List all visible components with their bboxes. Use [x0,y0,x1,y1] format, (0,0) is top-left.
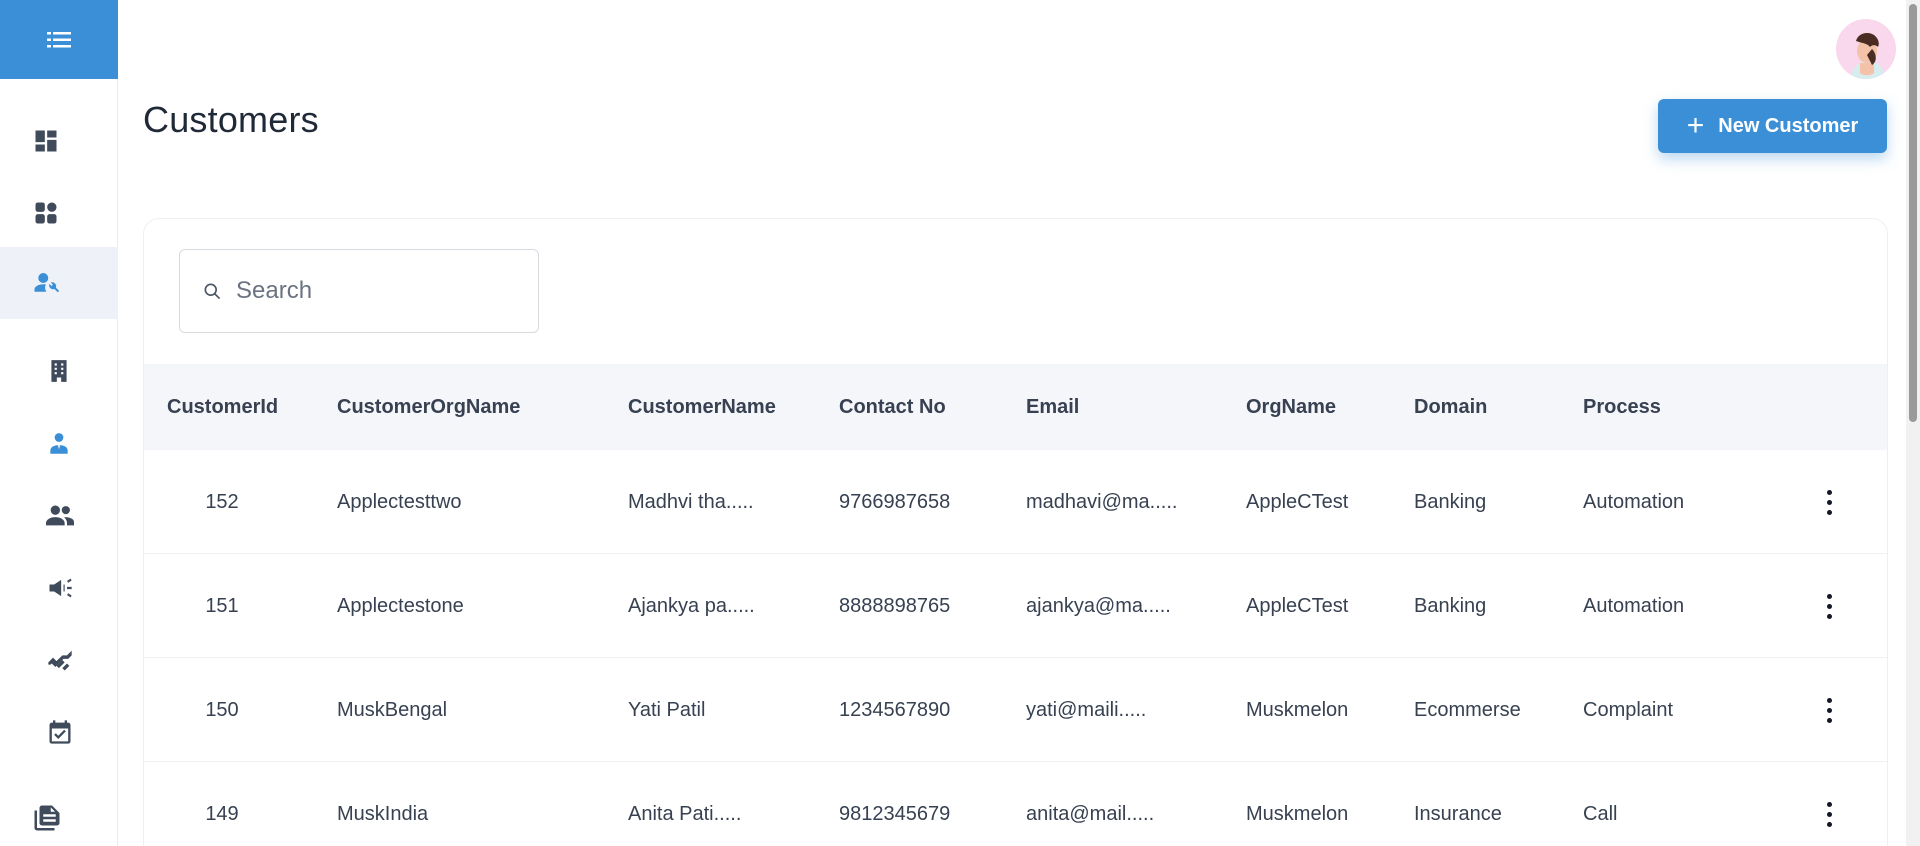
cell-org-name: AppleCTest [1246,594,1349,617]
table-header: CustomerId CustomerOrgName CustomerName … [144,364,1887,450]
search-field[interactable]: Search [179,249,539,333]
cell-customer-name: Yati Patil [628,698,706,721]
documents-icon [34,805,60,831]
cell-email: madhavi@ma..... [1026,490,1178,513]
campaign-icon [49,578,72,598]
search-icon [204,283,220,299]
page-title: Customers [143,99,319,140]
column-header-customer-org-name[interactable]: CustomerOrgName [337,364,520,450]
row-actions-menu-icon[interactable] [1819,589,1839,623]
sidebar-item-apps[interactable] [0,177,118,249]
cell-email: anita@mail..... [1026,802,1155,825]
user-avatar[interactable] [1836,19,1896,79]
cell-contact-no: 9812345679 [839,802,951,825]
cell-customer-id: 149 [205,802,239,825]
customers-card: Search CustomerId CustomerOrgName Custom… [143,218,1888,846]
cell-domain: Banking [1414,490,1487,513]
sidebar-item-users[interactable] [0,480,118,552]
table-row[interactable]: 151 Applectestone Ajankya pa..... 888889… [144,554,1887,658]
sidebar-item-deals[interactable] [0,624,118,696]
table-row[interactable]: 149 MuskIndia Anita Pati..... 9812345679… [144,762,1887,846]
column-header-domain[interactable]: Domain [1414,364,1487,450]
plus-icon: + [1686,109,1705,142]
cell-email: ajankya@ma..... [1026,594,1171,617]
cell-process: Automation [1583,594,1685,617]
cell-customer-org-name: MuskBengal [337,698,448,721]
cell-org-name: AppleCTest [1246,490,1349,513]
column-header-customer-id[interactable]: CustomerId [167,364,278,450]
building-icon [51,360,67,382]
table-row[interactable]: 150 MuskBengal Yati Patil 1234567890 yat… [144,658,1887,762]
menu-toggle-button[interactable] [0,0,118,79]
new-customer-label: New Customer [1718,114,1859,137]
column-header-org-name[interactable]: OrgName [1246,364,1336,450]
sidebar-item-calendar[interactable] [0,696,118,768]
cell-contact-no: 8888898765 [839,594,951,617]
cell-process: Call [1583,802,1618,825]
sidebar-item-customers[interactable] [0,247,118,319]
cell-contact-no: 9766987658 [839,490,951,513]
calendar-check-icon [49,720,71,744]
user-settings-icon [34,273,60,293]
cell-customer-name: Anita Pati..... [628,802,742,825]
new-customer-button[interactable]: + New Customer [1658,99,1887,153]
sidebar-item-agents[interactable] [0,408,118,480]
sidebar [0,0,118,846]
search-input[interactable]: Search [236,277,312,305]
avatar-illustration-icon [1850,33,1885,79]
row-actions-menu-icon[interactable] [1819,693,1839,727]
agent-icon [50,433,68,454]
cell-domain: Ecommerse [1414,698,1521,721]
menu-icon [47,31,71,47]
cell-org-name: Muskmelon [1246,802,1349,825]
apps-grid-icon [35,202,57,224]
cell-customer-name: Madhvi tha..... [628,490,754,513]
sidebar-item-organizations[interactable] [0,335,118,407]
users-group-icon [46,505,74,526]
table-row[interactable]: 152 Applectesttwo Madhvi tha..... 976698… [144,450,1887,554]
cell-process: Automation [1583,490,1685,513]
cell-customer-org-name: Applectestone [337,594,464,617]
column-header-process[interactable]: Process [1583,364,1661,450]
row-actions-menu-icon[interactable] [1819,797,1839,831]
cell-customer-org-name: Applectesttwo [337,490,462,513]
sidebar-item-campaigns[interactable] [0,552,118,624]
cell-org-name: Muskmelon [1246,698,1349,721]
cell-contact-no: 1234567890 [839,698,951,721]
page-scrollbar[interactable] [1906,0,1920,846]
cell-customer-id: 150 [205,698,239,721]
column-header-email[interactable]: Email [1026,364,1079,450]
row-actions-menu-icon[interactable] [1819,485,1839,519]
sidebar-item-dashboard[interactable] [0,105,118,177]
cell-customer-id: 152 [205,490,239,513]
scrollbar-thumb[interactable] [1909,4,1917,422]
cell-domain: Banking [1414,594,1487,617]
cell-customer-name: Ajankya pa..... [628,594,755,617]
cell-customer-id: 151 [205,594,239,617]
cell-email: yati@maili..... [1026,698,1147,721]
sidebar-item-documents[interactable] [0,782,118,846]
handshake-icon [48,650,72,671]
cell-domain: Insurance [1414,802,1502,825]
cell-customer-org-name: MuskIndia [337,802,429,825]
column-header-customer-name[interactable]: CustomerName [628,364,776,450]
column-header-contact-no[interactable]: Contact No [839,364,946,450]
cell-process: Complaint [1583,698,1674,721]
dashboard-icon [35,130,57,152]
